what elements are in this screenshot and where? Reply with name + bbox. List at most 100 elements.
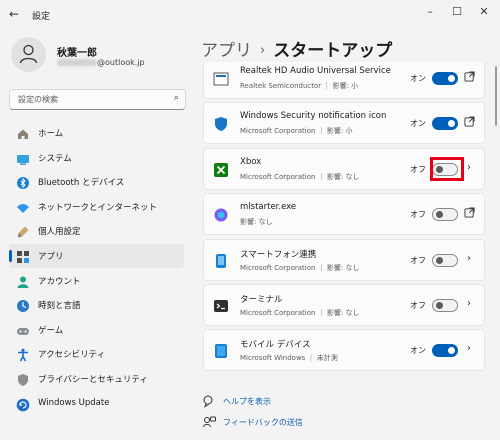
app-details: Microsoft Windows ｜ 未計測	[240, 354, 338, 363]
toggle-knob	[436, 211, 443, 219]
app-name: Xbox	[240, 156, 262, 167]
sidebar-item-9[interactable]: ゲーム	[9, 318, 184, 342]
sidebar-item-label: ネットワークとインターネット	[38, 202, 158, 213]
user-name: 秋葉一郎	[57, 48, 97, 59]
toggle-state-label: オフ	[410, 301, 426, 310]
wifi-icon	[16, 200, 30, 214]
open-external-icon[interactable]	[463, 207, 475, 221]
startup-app-row[interactable]: ターミナル Microsoft Corporation ｜ 影響: なし オフ ›	[203, 284, 485, 326]
startup-app-row[interactable]: mlstarter.exe 影響: なし オフ	[203, 193, 485, 236]
windows-security-icon	[213, 116, 229, 132]
breadcrumb-parent[interactable]: アプリ	[201, 41, 252, 61]
app-publisher: Microsoft Corporation	[240, 263, 316, 272]
search-input[interactable]: 設定の検索 ⌕	[9, 89, 186, 110]
startup-toggle[interactable]	[432, 117, 458, 131]
minimize-icon[interactable]: –	[421, 4, 439, 20]
home-icon	[16, 126, 30, 140]
mobile-devices-icon	[213, 343, 229, 359]
app-impact: 影響: なし	[326, 309, 360, 317]
toggle-state-label: オン	[410, 119, 426, 129]
maximize-icon[interactable]: ☐	[448, 4, 466, 20]
sidebar-item-11[interactable]: プライバシーとセキュリティ	[9, 367, 184, 391]
app-impact: 影響: 小	[332, 82, 359, 90]
chevron-right-icon[interactable]: ›	[463, 162, 475, 176]
startup-toggle[interactable]	[432, 208, 458, 222]
monitor-icon	[16, 151, 30, 165]
realtek-audio-icon	[213, 71, 229, 87]
breadcrumb-separator: ›	[260, 43, 266, 58]
sidebar-item-1[interactable]: ホーム	[9, 121, 184, 145]
startup-toggle[interactable]	[432, 72, 458, 85]
sidebar-item-label: ゲーム	[38, 325, 64, 336]
scrollbar[interactable]	[495, 66, 497, 126]
app-name: mlstarter.exe	[240, 202, 297, 213]
sidebar-item-2[interactable]: システム	[9, 146, 184, 170]
app-publisher: Microsoft Corporation	[240, 172, 316, 181]
startup-toggle[interactable]	[432, 299, 458, 312]
toggle-knob	[436, 256, 443, 264]
apps-icon	[16, 249, 30, 263]
sidebar-item-10[interactable]: アクセシビリティ	[9, 342, 184, 366]
page-title: スタートアップ	[273, 41, 393, 61]
app-details: Microsoft Corporation ｜ 影響: なし	[240, 263, 360, 272]
app-details: Microsoft Corporation ｜ 影響: なし	[240, 309, 360, 317]
accessibility-icon	[16, 347, 30, 362]
toggle-state-label: オフ	[410, 164, 426, 174]
sidebar-item-label: アクセシビリティ	[38, 350, 106, 361]
app-details: Microsoft Corporation ｜ 影響: なし	[240, 172, 360, 181]
app-impact: 影響: なし	[240, 218, 273, 227]
toggle-state-label: オフ	[410, 255, 426, 265]
sidebar-item-6[interactable]: アプリ	[9, 244, 184, 268]
highlight-box	[430, 156, 464, 181]
search-icon[interactable]: ⌕	[174, 93, 179, 103]
toggle-state-label: オン	[410, 346, 426, 356]
startup-app-row[interactable]: Xbox Microsoft Corporation ｜ 影響: なし オフ ›	[203, 147, 485, 190]
sidebar-item-label: 時刻と言語	[38, 301, 81, 312]
bluetooth-icon	[16, 175, 30, 190]
toggle-knob	[448, 347, 455, 355]
toggle-knob	[448, 75, 455, 82]
toggle-knob	[448, 120, 455, 128]
sidebar-item-7[interactable]: アカウント	[9, 269, 184, 293]
user-email-domain: @outlook.jp	[97, 58, 145, 67]
mlstarter-icon	[213, 207, 229, 223]
sidebar-item-label: システム	[38, 153, 72, 164]
sidebar-item-4[interactable]: ネットワークとインターネット	[9, 195, 184, 219]
avatar[interactable]	[11, 37, 46, 72]
redacted-text	[57, 59, 97, 66]
sidebar-item-12[interactable]: Windows Update	[9, 392, 184, 416]
app-publisher: Microsoft Windows	[240, 354, 306, 363]
shield-icon	[16, 372, 30, 386]
app-name: Realtek HD Audio Universal Service	[240, 66, 391, 76]
chevron-right-icon[interactable]: ›	[463, 253, 475, 267]
startup-app-row[interactable]: Realtek HD Audio Universal Service Realte…	[203, 62, 485, 99]
breadcrumb: アプリ › スタートアップ	[201, 36, 392, 61]
startup-app-row[interactable]: スマートフォン連携 Microsoft Corporation ｜ 影響: なし オ…	[203, 238, 485, 281]
app-publisher: Microsoft Corporation	[240, 127, 316, 136]
startup-app-row[interactable]: Windows Security notification icon Micros…	[203, 102, 485, 145]
sidebar-item-5[interactable]: 個人用設定	[9, 219, 184, 243]
open-external-icon[interactable]	[463, 116, 475, 130]
chevron-right-icon[interactable]: ›	[463, 343, 475, 357]
app-details: 影響: なし	[240, 217, 273, 227]
brush-icon	[16, 224, 30, 238]
startup-app-row[interactable]: モバイル デバイス Microsoft Windows ｜ 未計測 オン ›	[203, 329, 485, 372]
terminal-icon	[213, 298, 229, 314]
app-name: スマートフォン連携	[240, 249, 317, 260]
window-title: 設定	[32, 12, 51, 22]
startup-toggle[interactable]	[432, 253, 458, 267]
app-impact: 影響: なし	[326, 263, 360, 272]
startup-toggle[interactable]	[432, 344, 458, 358]
sidebar-item-3[interactable]: Bluetooth とデバイス	[9, 170, 184, 194]
sidebar-item-label: アカウント	[38, 276, 81, 287]
chevron-right-icon[interactable]: ›	[463, 298, 475, 312]
startup-app-list: Realtek HD Audio Universal Service Realte…	[203, 62, 485, 374]
close-icon[interactable]: ✕	[475, 4, 493, 20]
app-name: ターミナル	[240, 295, 283, 305]
back-arrow-icon[interactable]: ←	[9, 7, 19, 21]
app-impact: 未計測	[316, 354, 338, 363]
open-external-icon[interactable]	[463, 71, 475, 85]
app-details: Realtek Semiconductor ｜ 影響: 小	[240, 82, 359, 90]
sidebar-item-label: 個人用設定	[38, 227, 81, 238]
sidebar-item-8[interactable]: 時刻と言語	[9, 293, 184, 317]
